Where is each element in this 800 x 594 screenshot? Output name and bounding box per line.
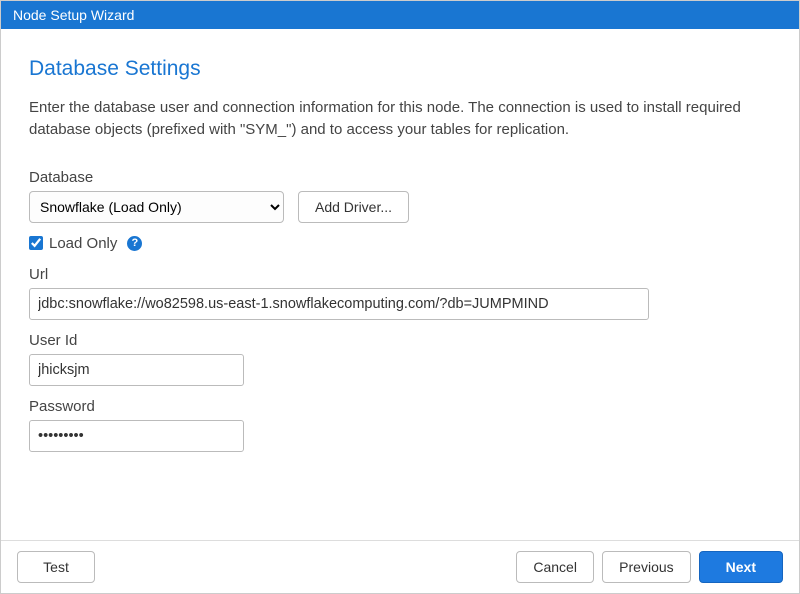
database-select[interactable]: Snowflake (Load Only) (29, 191, 284, 223)
wizard-footer: Test Cancel Previous Next (1, 540, 799, 593)
url-label: Url (29, 266, 771, 283)
previous-button[interactable]: Previous (602, 551, 690, 583)
load-only-row: Load Only ? (29, 235, 771, 252)
next-button[interactable]: Next (699, 551, 783, 583)
database-field: Database Snowflake (Load Only) Add Drive… (29, 169, 771, 223)
url-field: Url (29, 266, 771, 320)
window-titlebar: Node Setup Wizard (1, 1, 799, 29)
password-field: Password (29, 398, 771, 452)
add-driver-button[interactable]: Add Driver... (298, 191, 409, 223)
window-title: Node Setup Wizard (13, 7, 134, 23)
userid-field: User Id (29, 332, 771, 386)
page-heading: Database Settings (29, 57, 771, 81)
test-button[interactable]: Test (17, 551, 95, 583)
cancel-button[interactable]: Cancel (516, 551, 594, 583)
help-icon[interactable]: ? (127, 236, 142, 251)
userid-input[interactable] (29, 354, 244, 386)
load-only-checkbox[interactable] (29, 236, 43, 250)
userid-label: User Id (29, 332, 771, 349)
page-intro: Enter the database user and connection i… (29, 97, 771, 141)
wizard-content: Database Settings Enter the database use… (1, 29, 799, 540)
password-label: Password (29, 398, 771, 415)
url-input[interactable] (29, 288, 649, 320)
load-only-label: Load Only (49, 235, 117, 252)
password-input[interactable] (29, 420, 244, 452)
database-label: Database (29, 169, 771, 186)
